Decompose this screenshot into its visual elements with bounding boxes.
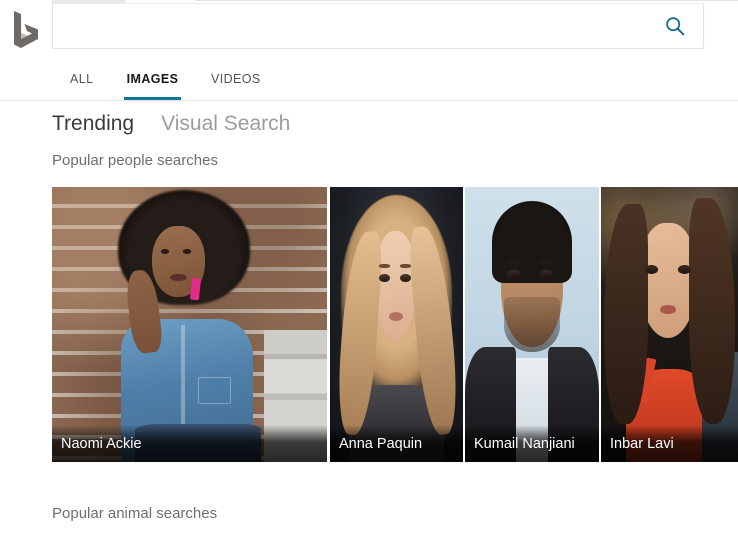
search-vertical-tabs: ALL IMAGES VIDEOS (0, 62, 738, 101)
search-button[interactable] (655, 10, 695, 44)
mode-trending-label: Trending (52, 112, 135, 135)
subject-eye-left (160, 248, 170, 254)
people-tile-photo (330, 187, 463, 462)
subject-eye-right (540, 269, 554, 278)
subject-eye-left (507, 269, 521, 278)
people-tile-anna-paquin[interactable]: Anna Paquin (330, 187, 463, 462)
section-title-popular-animal: Popular animal searches (52, 505, 218, 522)
people-tile-caption: Kumail Nanjiani (465, 426, 599, 462)
discover-mode-row: Trending Visual Search (52, 112, 290, 142)
tab-images[interactable]: IMAGES (124, 62, 181, 100)
people-tile-inbar-lavi[interactable]: Inbar Lavi (601, 187, 738, 462)
section-title-popular-people: Popular people searches (52, 152, 218, 169)
tab-videos[interactable]: VIDEOS (209, 62, 263, 100)
header (0, 0, 738, 60)
people-tile-photo (52, 187, 327, 462)
tab-all-label: ALL (70, 72, 94, 86)
subject-brow-left (379, 264, 390, 268)
people-tile-caption: Naomi Ackie (52, 426, 327, 462)
subject-eye-right (182, 248, 192, 254)
shirt-pocket (197, 376, 231, 405)
subject-eye-right (677, 265, 691, 274)
search-input[interactable] (67, 5, 667, 47)
search-icon (664, 15, 686, 40)
popular-people-tiles: Naomi Ackie Anna Paquin Kumail Nanjiani … (52, 187, 738, 462)
search-box[interactable] (52, 3, 704, 49)
people-tile-caption: Inbar Lavi (601, 426, 738, 462)
subject-brow-right (400, 264, 412, 268)
subject-brow-right (538, 258, 555, 265)
subject-eye-left (644, 265, 658, 274)
people-tile-naomi-ackie[interactable]: Naomi Ackie (52, 187, 327, 462)
bing-logo[interactable] (8, 9, 42, 51)
mode-visual-search[interactable]: Visual Search (161, 112, 290, 136)
tab-videos-label: VIDEOS (211, 72, 261, 86)
tab-images-label: IMAGES (126, 72, 179, 86)
subject-beard (503, 297, 561, 352)
mode-trending[interactable]: Trending (52, 112, 134, 136)
people-tile-caption: Anna Paquin (330, 426, 463, 462)
people-tile-kumail-nanjiani[interactable]: Kumail Nanjiani (465, 187, 599, 462)
bing-images-trending-page: ALL IMAGES VIDEOS Trending Visual Search… (0, 0, 738, 537)
people-tile-photo (465, 187, 599, 462)
tabs-divider (0, 100, 738, 101)
subject-lips (170, 273, 187, 281)
tab-all[interactable]: ALL (68, 62, 95, 100)
mode-visual-search-label: Visual Search (161, 112, 291, 135)
subject-brow-left (506, 258, 523, 265)
subject-hair (491, 200, 573, 284)
people-tile-photo (601, 187, 738, 462)
